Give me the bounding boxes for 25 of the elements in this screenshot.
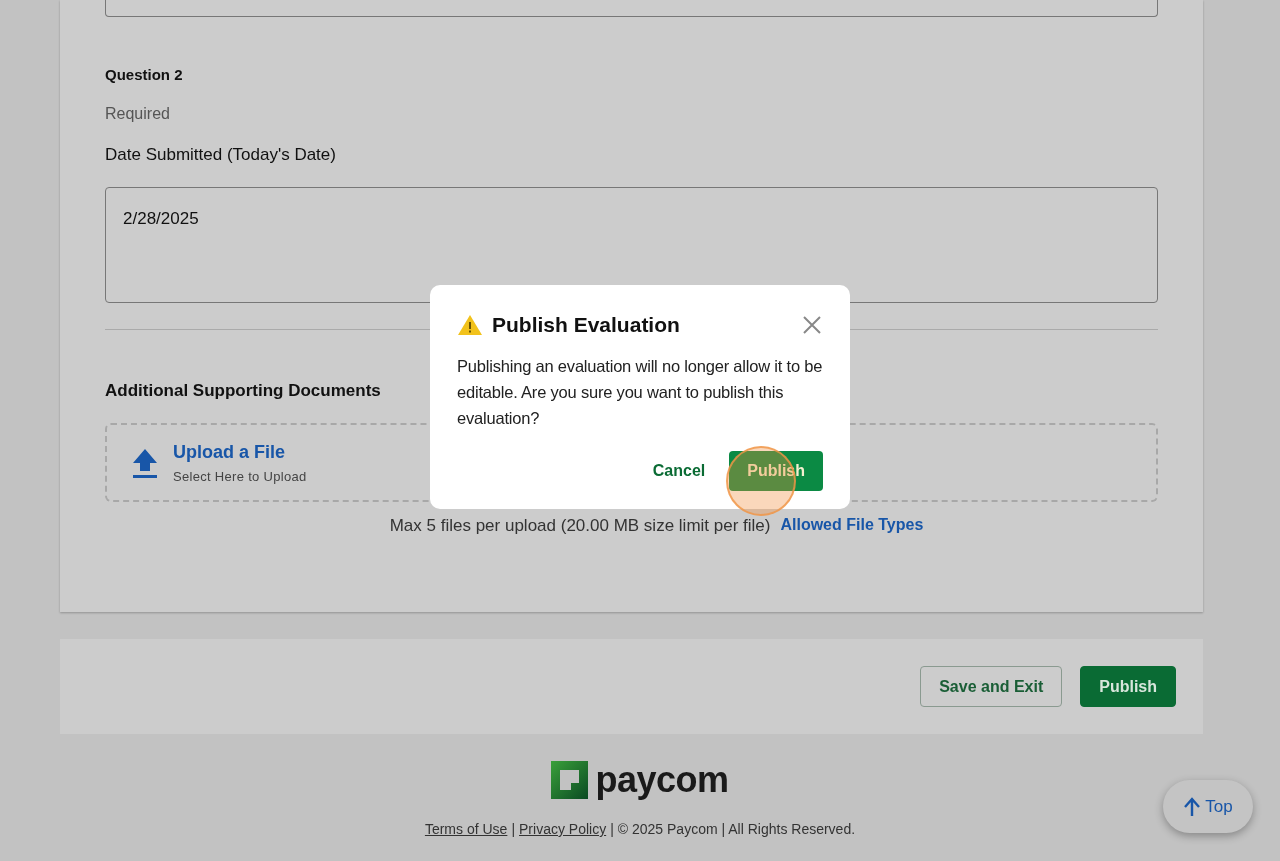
- copyright-text: © 2025 Paycom | All Rights Reserved.: [617, 821, 856, 837]
- file-types-link[interactable]: Allowed File Types: [780, 516, 924, 536]
- save-exit-button[interactable]: Save and Exit: [920, 666, 1063, 707]
- separator: |: [511, 821, 515, 837]
- cancel-button[interactable]: Cancel: [642, 451, 716, 491]
- required-note: Required: [105, 105, 171, 123]
- dialog-title: Publish Evaluation: [492, 313, 681, 337]
- footer-link[interactable]: Privacy Policy: [519, 821, 607, 837]
- logo-icon: [551, 761, 589, 799]
- warning-icon: [457, 314, 483, 336]
- dialog-message: Publishing an evaluation will no longer allow it to be editable. Are you sure you want to publish this evaluation?: [457, 356, 823, 429]
- separator: |: [610, 821, 614, 837]
- field-label: Date Submitted (Today's Date): [105, 145, 337, 165]
- footer-link[interactable]: Terms of Use: [424, 821, 508, 837]
- text-field[interactable]: [105, 0, 1158, 17]
- upload-limit-text: Max 5 files per upload (20.00 MB size limit per file): [389, 516, 771, 536]
- upload-title: Upload a File: [173, 441, 287, 463]
- upload-hint: Select Here to Upload: [173, 468, 307, 484]
- arrow-up-icon: [1183, 796, 1202, 817]
- question-title: Question 2: [105, 66, 184, 83]
- close-icon[interactable]: [801, 314, 823, 336]
- back-to-top-button[interactable]: Top: [1163, 780, 1253, 833]
- section-title: Additional Supporting Documents: [105, 381, 381, 401]
- logo-text: paycom: [595, 761, 729, 799]
- publish-button[interactable]: Publish: [1080, 666, 1176, 707]
